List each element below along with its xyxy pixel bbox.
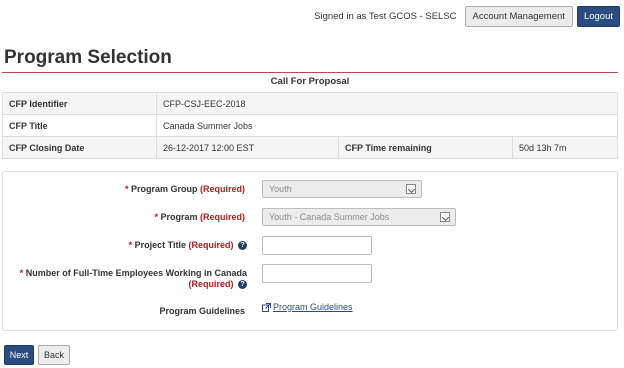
employees-input[interactable] bbox=[262, 264, 372, 283]
program-guidelines-link-text: Program Guidelines bbox=[273, 302, 353, 312]
cfp-identifier-label: CFP Identifier bbox=[2, 92, 157, 115]
required-indicator: (Required) bbox=[200, 212, 245, 222]
required-star: * bbox=[19, 268, 24, 278]
top-bar: Signed in as Test GCOS - SELSC Account M… bbox=[314, 5, 620, 27]
account-management-button[interactable]: Account Management bbox=[464, 5, 573, 27]
cfp-closing-row: CFP Closing Date 26-12-2017 12:00 EST CF… bbox=[2, 136, 618, 159]
cfp-identifier-row: CFP Identifier CFP-CSJ-EEC-2018 bbox=[2, 92, 618, 115]
cfp-identifier-value: CFP-CSJ-EEC-2018 bbox=[156, 92, 618, 115]
required-indicator: (Required) bbox=[188, 279, 234, 289]
program-select[interactable]: Youth - Canada Summer Jobs bbox=[262, 208, 456, 226]
page-title: Program Selection bbox=[4, 47, 172, 68]
program-label-text: Program bbox=[160, 212, 198, 222]
cfp-closing-value: 26-12-2017 12:00 EST bbox=[156, 136, 339, 159]
program-guidelines-link[interactable]: Program Guidelines bbox=[262, 302, 353, 312]
program-group-select[interactable]: Youth bbox=[262, 180, 422, 198]
cfp-title-label: CFP Title bbox=[2, 114, 157, 137]
chevron-down-icon bbox=[406, 184, 416, 194]
back-button[interactable]: Back bbox=[38, 345, 70, 365]
chevron-down-icon bbox=[440, 212, 450, 222]
required-indicator: (Required) bbox=[188, 240, 234, 250]
program-label: * Program (Required) bbox=[154, 212, 245, 223]
cfp-heading: Call For Proposal bbox=[270, 76, 350, 87]
program-form-panel: * Program Group (Required) Youth * Progr… bbox=[2, 171, 618, 331]
program-group-select-value: Youth bbox=[269, 184, 292, 194]
required-star: * bbox=[124, 184, 129, 194]
cfp-remaining-label: CFP Time remaining bbox=[338, 136, 513, 159]
required-star: * bbox=[154, 212, 158, 222]
question-circle-icon[interactable]: ? bbox=[238, 280, 247, 290]
program-guidelines-label: Program Guidelines bbox=[159, 306, 245, 316]
project-title-label: * Project Title (Required) ? bbox=[129, 240, 247, 251]
cfp-details-table: CFP Identifier CFP-CSJ-EEC-2018 CFP Titl… bbox=[2, 92, 618, 159]
cfp-title-row: CFP Title Canada Summer Jobs bbox=[2, 114, 618, 137]
title-divider bbox=[2, 72, 618, 73]
external-link-icon bbox=[262, 302, 271, 312]
employees-label: * Number of Full-Time Employees Working … bbox=[7, 268, 247, 290]
question-circle-icon[interactable]: ? bbox=[238, 241, 247, 251]
employees-label-text: Number of Full-Time Employees Working in… bbox=[25, 268, 247, 278]
program-group-label-text: Program Group bbox=[130, 184, 198, 194]
required-star: * bbox=[128, 240, 133, 250]
cfp-closing-label: CFP Closing Date bbox=[2, 136, 157, 159]
project-title-label-text: Project Title bbox=[134, 240, 186, 250]
cfp-title-value: Canada Summer Jobs bbox=[156, 114, 618, 137]
program-group-label: * Program Group (Required) bbox=[125, 184, 245, 195]
cfp-remaining-value: 50d 13h 7m bbox=[512, 136, 618, 159]
project-title-input[interactable] bbox=[262, 236, 372, 255]
signed-in-text: Signed in as Test GCOS - SELSC bbox=[314, 10, 457, 22]
next-button[interactable]: Next bbox=[4, 345, 34, 365]
required-indicator: (Required) bbox=[200, 184, 245, 194]
program-select-value: Youth - Canada Summer Jobs bbox=[269, 212, 390, 222]
logout-button[interactable]: Logout bbox=[576, 5, 620, 27]
